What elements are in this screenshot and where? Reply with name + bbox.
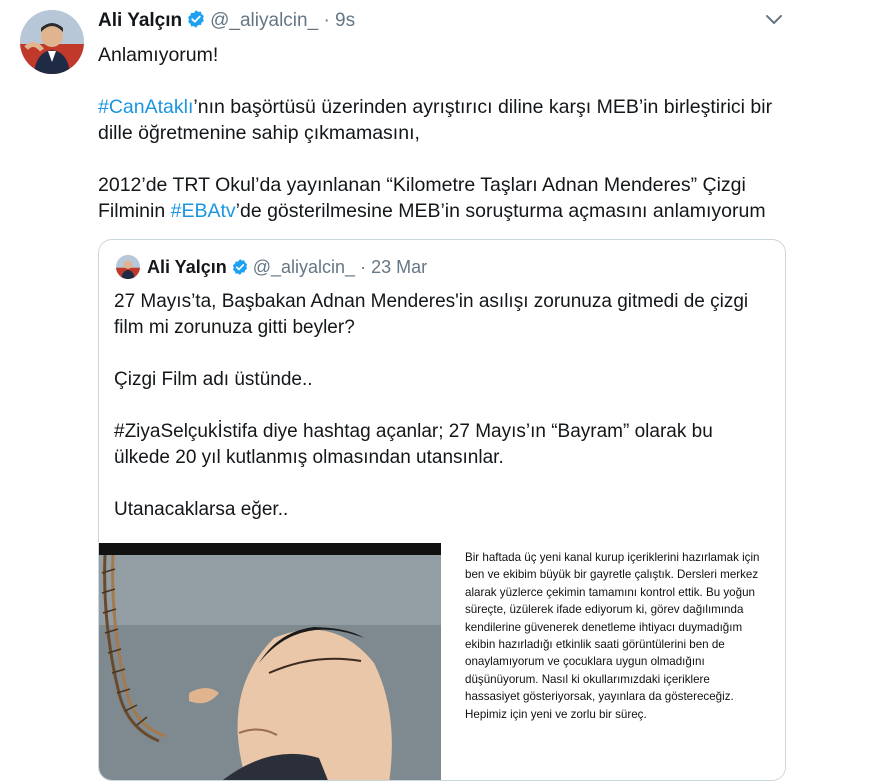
quoted-tweet[interactable]: Ali Yalçın @_aliyalcin_ · 23 Mar 27 Mayıs…	[98, 239, 786, 781]
quoted-avatar-photo	[116, 255, 140, 279]
chevron-down-icon[interactable]	[764, 12, 784, 28]
quoted-author-name[interactable]: Ali Yalçın	[147, 257, 227, 277]
tweet-timestamp[interactable]: 9s	[335, 10, 355, 31]
quoted-tweet-timestamp[interactable]: 23 Mar	[371, 257, 427, 277]
tweet-paragraph: 2012’de TRT Okul’da yayınlanan “Kilometr…	[98, 172, 798, 224]
verified-badge-icon	[232, 259, 247, 275]
quoted-paragraph: Utanacaklarsa eğer..	[114, 499, 289, 520]
verified-badge-icon	[188, 10, 204, 28]
tweet-text-segment: ’nın başörtüsü üzerinden ayrıştırıcı dil…	[98, 96, 773, 144]
quoted-tweet-text: 27 Mayıs’ta, Başbakan Adnan Menderes'in …	[114, 289, 764, 523]
tweet-text-segment: Anlamıyorum!	[98, 44, 219, 66]
quoted-author-handle[interactable]: @_aliyalcin_	[253, 257, 355, 277]
hashtag-link[interactable]: #EBAtv	[171, 200, 236, 222]
quoted-tweet-media[interactable]: Bir haftada üç yeni kanal kurup içerikle…	[99, 541, 785, 780]
quoted-tweet-header: Ali Yalçın @_aliyalcin_ · 23 Mar	[147, 257, 427, 278]
quoted-paragraph: 27 Mayıs’ta, Başbakan Adnan Menderes'in …	[114, 291, 749, 338]
cartoon-illustration	[99, 543, 441, 780]
quoted-paragraph: Çizgi Film adı üstünde..	[114, 369, 313, 390]
quoted-header-separator: ·	[360, 257, 367, 277]
tweet-paragraph: #CanAtaklı’nın başörtüsü üzerinden ayrış…	[98, 94, 798, 146]
header-separator: ·	[323, 10, 330, 31]
statement-image-text: Bir haftada üç yeni kanal kurup içerikle…	[465, 551, 760, 721]
quoted-author-avatar[interactable]	[116, 255, 140, 279]
avatar-photo	[20, 10, 84, 74]
quoted-paragraph: #ZiyaSelçukİstifa diye hashtag açanlar; …	[114, 421, 713, 468]
author-handle[interactable]: @_aliyalcin_	[210, 10, 318, 31]
tweet-text-segment: ’de gösterilmesine MEB’in soruşturma açm…	[235, 200, 766, 222]
author-avatar[interactable]	[20, 10, 84, 74]
hashtag-link[interactable]: #CanAtaklı	[98, 96, 193, 118]
author-name[interactable]: Ali Yalçın	[98, 10, 182, 31]
tweet-paragraph: Anlamıyorum!	[98, 42, 798, 68]
tweet-text: Anlamıyorum! #CanAtaklı’nın başörtüsü üze…	[98, 42, 798, 224]
tweet-header: Ali Yalçın @_aliyalcin_ · 9s	[98, 9, 355, 32]
